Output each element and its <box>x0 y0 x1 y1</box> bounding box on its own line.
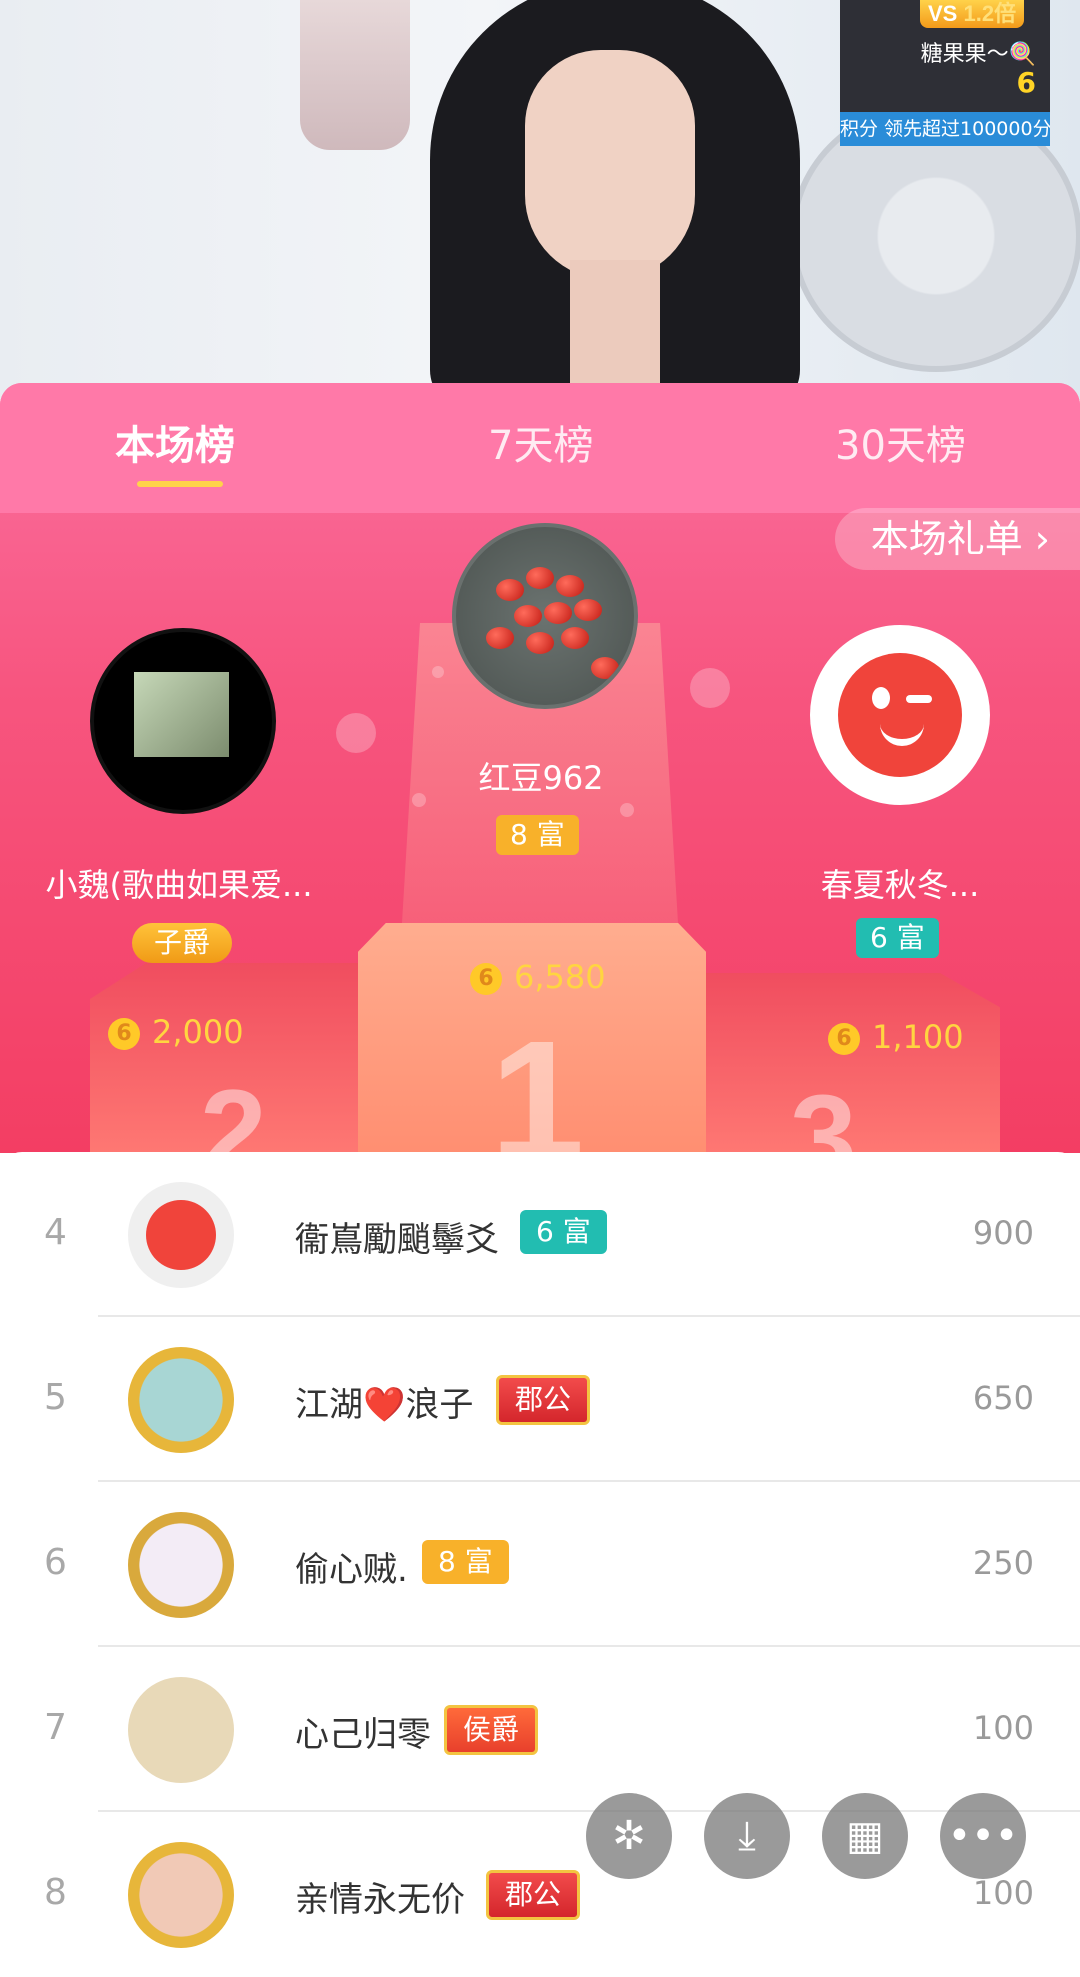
pk-opponent-name: 糖果果～🍭 <box>920 42 1036 67</box>
noble-title-badge: 郡公 <box>486 1870 581 1920</box>
wealth-badge: 6 富 <box>520 1210 607 1254</box>
decor-bubble <box>336 713 376 753</box>
gift-list-link[interactable]: 本场礼单 › <box>834 508 1080 570</box>
third-place-avatar[interactable] <box>810 625 990 805</box>
streamer <box>430 0 800 400</box>
coin-icon: 6 <box>108 1018 140 1050</box>
coin-icon: 6 <box>828 1023 860 1055</box>
third-place-wealth-badge: 6 富 <box>856 918 939 958</box>
wall-decoration <box>300 0 410 150</box>
avatar[interactable] <box>128 1347 234 1453</box>
decor-bubble <box>432 666 444 678</box>
user-name: 衞嶌勵颵鬡爻 <box>295 1220 499 1260</box>
avatar[interactable] <box>128 1182 234 1288</box>
third-place-score: 6 1,100 <box>828 1018 964 1056</box>
contribution-score: 900 <box>972 1214 1034 1252</box>
list-item[interactable]: 5 江湖❤️浪子 郡公 650 <box>0 1317 1080 1482</box>
second-place-title-badge: 子爵 <box>132 923 233 963</box>
third-place-name: 春夏秋冬... <box>820 866 980 904</box>
second-place-name: 小魏(歌曲如果爱... <box>45 866 313 904</box>
grid-icon[interactable]: ▦ <box>822 1793 908 1879</box>
ranking-list: 4 衞嶌勵颵鬡爻 6 富 900 5 江湖❤️浪子 郡公 650 6 偷心贼. … <box>0 1152 1080 1948</box>
first-place-score: 6 6,580 <box>470 958 606 996</box>
first-place-avatar[interactable] <box>452 523 638 709</box>
podium-number-1: 1 <box>490 1006 585 1153</box>
live-video[interactable]: VS 1.2倍 糖果果～🍭 6 积分 领先超过100000分 <box>0 0 1080 400</box>
wealth-badge: 8 富 <box>422 1540 509 1584</box>
user-name: 心己归零 <box>295 1715 431 1755</box>
contribution-score: 100 <box>972 1709 1034 1747</box>
noble-title-badge: 郡公 <box>496 1375 591 1425</box>
podium-number-3: 3 <box>790 1070 857 1153</box>
rank-number: 6 <box>44 1542 67 1583</box>
tab-7-days[interactable]: 7天榜 <box>488 413 593 471</box>
active-tab-indicator <box>137 481 223 487</box>
contribution-score: 250 <box>972 1544 1034 1582</box>
list-item[interactable]: 4 衞嶌勵颵鬡爻 6 富 900 <box>0 1152 1080 1317</box>
noble-title-badge: 侯爵 <box>444 1705 539 1755</box>
podium-number-2: 2 <box>200 1065 267 1153</box>
tab-this-session[interactable]: 本场榜 <box>115 413 235 471</box>
decor-bubble <box>620 803 634 817</box>
second-place-score: 6 2,000 <box>108 1013 244 1051</box>
sparkle-icon[interactable]: ✲ <box>586 1793 672 1879</box>
rank-number: 4 <box>44 1212 67 1253</box>
second-place-avatar[interactable] <box>90 628 276 814</box>
avatar[interactable] <box>128 1677 234 1783</box>
list-item[interactable]: 6 偷心贼. 8 富 250 <box>0 1482 1080 1647</box>
decor-bubble <box>690 668 730 708</box>
coin-icon: 6 <box>470 963 502 995</box>
pk-ticker: 积分 领先超过100000分 <box>840 112 1050 146</box>
list-item[interactable]: 7 心己归零 侯爵 100 <box>0 1647 1080 1812</box>
contribution-score: 100 <box>972 1874 1034 1912</box>
user-name: 江湖❤️浪子 <box>295 1385 474 1425</box>
rank-number: 7 <box>44 1707 67 1748</box>
pk-opponent-score: 6 <box>1016 66 1036 99</box>
contribution-score: 650 <box>972 1379 1034 1417</box>
user-name: 偷心贼. <box>295 1550 408 1590</box>
rank-number: 5 <box>44 1377 67 1418</box>
decor-bubble <box>412 793 426 807</box>
list-item[interactable]: 8 亲情永无价 郡公 100 <box>0 1812 1080 1977</box>
avatar[interactable] <box>128 1842 234 1948</box>
avatar[interactable] <box>128 1512 234 1618</box>
tab-30-days[interactable]: 30天榜 <box>835 413 966 471</box>
rank-number: 8 <box>44 1872 67 1913</box>
ranking-tabs: 本场榜 7天榜 30天榜 <box>0 383 1080 513</box>
first-place-name: 红豆962 <box>478 759 604 797</box>
ranking-panel: 本场榜 7天榜 30天榜 本场礼单 › 1 2 3 红豆962 8 富 6 6,5… <box>0 383 1080 1153</box>
pk-battle-panel[interactable]: VS 1.2倍 糖果果～🍭 6 积分 领先超过100000分 <box>840 0 1050 146</box>
download-icon[interactable]: ⤓ <box>704 1793 790 1879</box>
first-place-wealth-badge: 8 富 <box>496 815 579 855</box>
user-name: 亲情永无价 <box>295 1880 465 1920</box>
more-icon[interactable]: ••• <box>940 1793 1026 1879</box>
vs-badge: VS 1.2倍 <box>920 0 1025 28</box>
